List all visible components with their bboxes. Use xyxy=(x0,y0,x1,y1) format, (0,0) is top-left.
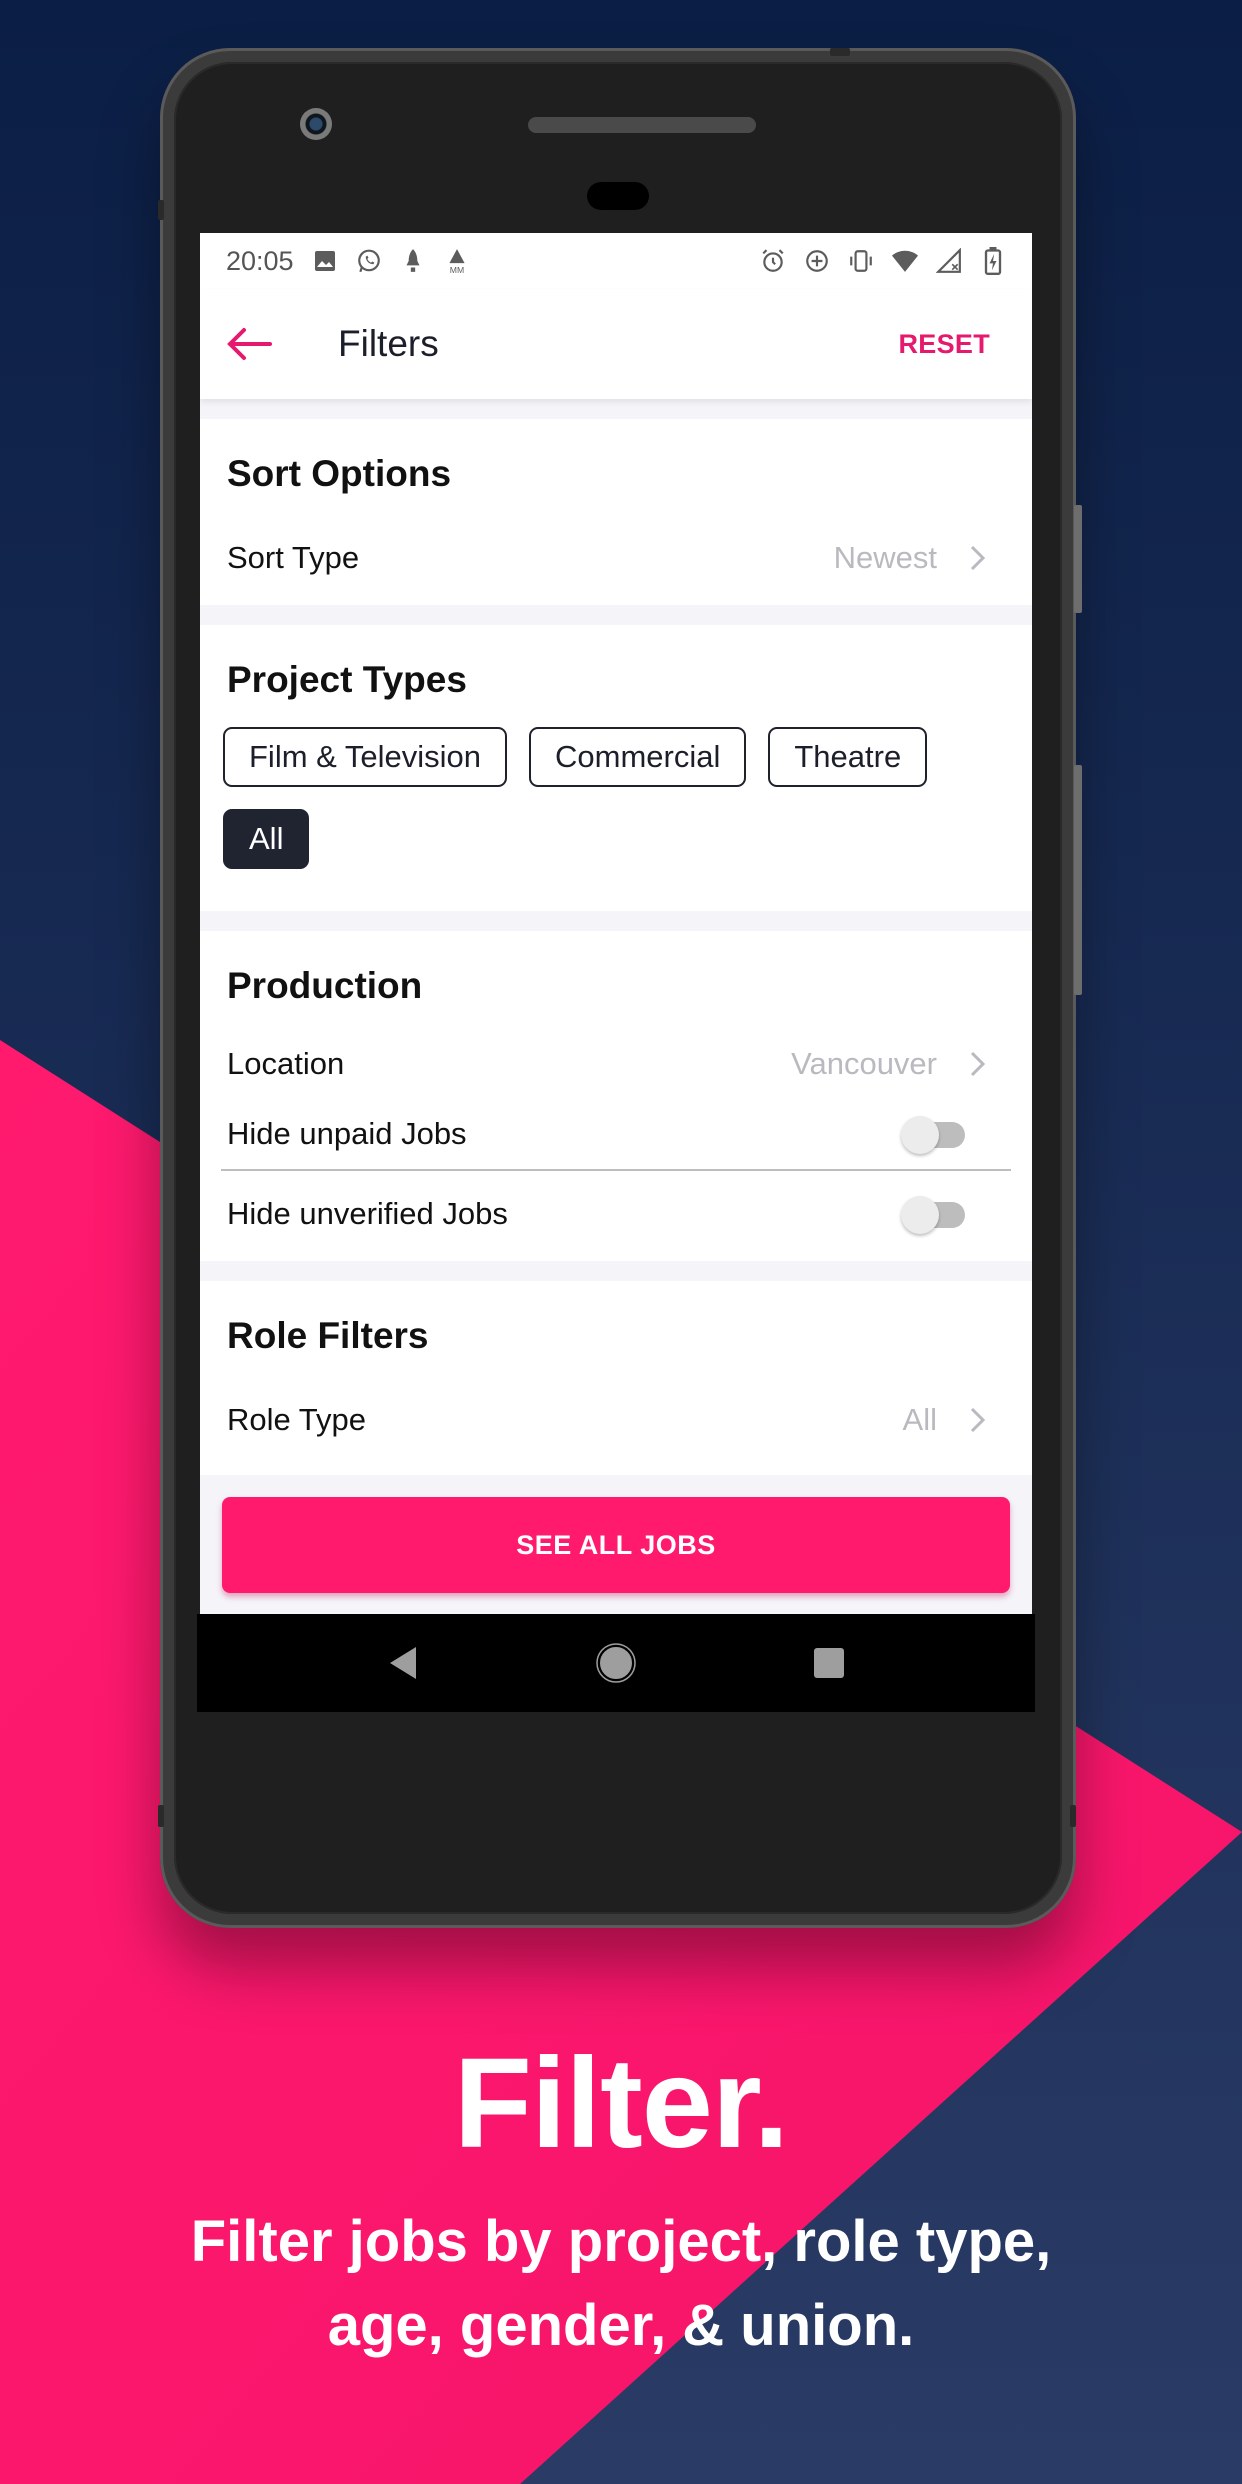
app-bar: Filters RESET xyxy=(200,289,1032,399)
hide-unverified-toggle[interactable] xyxy=(901,1194,967,1234)
page-title: Filters xyxy=(338,323,439,364)
hide-unpaid-row: Hide unpaid Jobs xyxy=(227,1099,1005,1169)
status-time: 20:05 xyxy=(226,245,294,276)
location-row[interactable]: Location Vancouver xyxy=(227,1029,1005,1099)
system-nav-bar xyxy=(197,1614,1035,1712)
battery-charging-icon xyxy=(980,247,1006,275)
alarm-icon xyxy=(760,248,786,274)
sort-type-row[interactable]: Sort Type Newest xyxy=(227,523,1005,593)
left-slot-bottom xyxy=(158,1805,164,1827)
toggle-knob xyxy=(901,1116,939,1154)
toggle-knob xyxy=(901,1196,939,1234)
row-value: All xyxy=(902,1402,937,1437)
no-signal-icon xyxy=(936,248,962,274)
data-saver-icon xyxy=(804,248,830,274)
back-triangle-icon xyxy=(390,1647,417,1679)
power-button xyxy=(1074,765,1082,995)
row-label: Location xyxy=(227,1046,345,1081)
reset-button[interactable]: RESET xyxy=(898,329,990,360)
row-value: Vancouver xyxy=(791,1046,937,1081)
chip-theatre[interactable]: Theatre xyxy=(768,727,928,787)
cta-container: SEE ALL JOBS xyxy=(200,1475,1032,1614)
mm-alert-icon: MM xyxy=(444,248,470,274)
nav-back-button[interactable] xyxy=(373,1633,433,1693)
row-label: Role Type xyxy=(227,1402,367,1437)
chip-all[interactable]: All xyxy=(223,809,310,869)
wifi-icon xyxy=(892,248,918,274)
hide-unpaid-toggle[interactable] xyxy=(901,1114,967,1154)
earpiece-speaker xyxy=(528,117,756,133)
sort-options-section: Sort Options Sort Type Newest xyxy=(200,419,1032,605)
top-slot xyxy=(830,48,850,56)
divider xyxy=(221,1169,1011,1171)
front-camera xyxy=(300,108,332,140)
hide-unverified-row: Hide unverified Jobs xyxy=(227,1179,1005,1249)
back-arrow-icon[interactable] xyxy=(226,324,274,364)
app-screen: 20:05 MM Filters RESET Sort Options Sort… xyxy=(200,233,1032,1614)
promo-subline-line-1: Filter jobs by project, role type, xyxy=(190,2209,1052,2274)
section-title: Project Types xyxy=(227,659,467,700)
chip-commercial[interactable]: Commercial xyxy=(529,727,747,787)
nav-recents-button[interactable] xyxy=(799,1633,859,1693)
status-bar: 20:05 MM xyxy=(200,233,1032,289)
right-slot-bottom xyxy=(1070,1805,1076,1827)
section-title: Sort Options xyxy=(227,453,452,494)
home-circle-icon xyxy=(596,1643,636,1683)
chevron-right-icon xyxy=(970,1407,986,1433)
promo-subline: Filter jobs by project, role type, age, … xyxy=(60,2200,1182,2368)
project-types-section: Project Types Film & Television Commerci… xyxy=(200,625,1032,911)
svg-text:MM: MM xyxy=(449,265,463,274)
chevron-right-icon xyxy=(970,1051,986,1077)
row-label: Hide unverified Jobs xyxy=(227,1196,508,1231)
row-value: Newest xyxy=(833,540,937,575)
vibrate-icon xyxy=(848,248,874,274)
project-type-chips: Film & Television Commercial Theatre All xyxy=(223,701,1005,911)
chevron-right-icon xyxy=(970,545,986,571)
row-label: Sort Type xyxy=(227,540,360,575)
rocket-icon xyxy=(400,248,426,274)
role-filters-section: Role Filters Role Type All xyxy=(200,1281,1032,1481)
see-all-jobs-button[interactable]: SEE ALL JOBS xyxy=(222,1497,1010,1593)
section-title: Production xyxy=(227,965,423,1006)
volume-button xyxy=(1074,505,1082,613)
promo-headline: Filter. xyxy=(453,2032,789,2175)
recents-square-icon xyxy=(813,1648,844,1678)
chip-film-television[interactable]: Film & Television xyxy=(223,727,508,787)
left-slot xyxy=(158,200,164,220)
whatsapp-icon xyxy=(356,248,382,274)
production-section: Production Location Vancouver Hide unpai… xyxy=(200,931,1032,1261)
section-title: Role Filters xyxy=(227,1315,429,1356)
role-type-row[interactable]: Role Type All xyxy=(227,1385,1005,1455)
proximity-sensor xyxy=(587,182,649,210)
image-icon xyxy=(312,248,338,274)
nav-home-button[interactable] xyxy=(586,1633,646,1693)
row-label: Hide unpaid Jobs xyxy=(227,1116,467,1151)
promo-subline-line-2: age, gender, & union. xyxy=(327,2293,915,2358)
